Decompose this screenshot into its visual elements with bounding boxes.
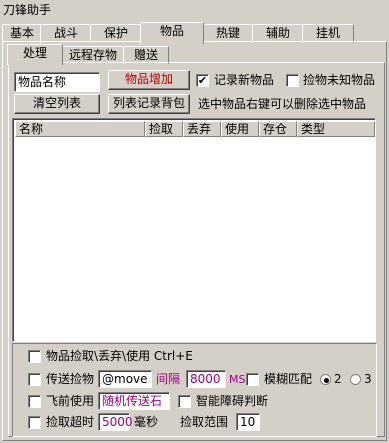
hint-text: 选中物品右键可以删除选中物品 [198, 97, 367, 111]
pickup-discard-use-label: 物品捡取\丢弃\使用 Ctrl+E [46, 349, 193, 363]
radio-2-label: 2 [334, 372, 342, 386]
column-header-use[interactable]: 使用 [221, 121, 259, 137]
record-new-checkbox[interactable]: ✔ [196, 74, 209, 87]
column-header-type[interactable]: 类型 [297, 121, 375, 137]
timeout-input[interactable]: 5000 [98, 413, 133, 431]
radio-3-label: 3 [364, 372, 372, 386]
window-title: 刀锋助手 [0, 0, 389, 20]
list-record-bag-button[interactable]: 列表记录背包 [108, 94, 190, 114]
fuzzy-match-label: 模糊匹配 [264, 372, 313, 386]
clear-list-button[interactable]: 清空列表 [14, 94, 100, 114]
record-new-label: 记录新物品 [214, 73, 275, 87]
move-command-input[interactable]: @move [98, 370, 152, 388]
fly-before-use-checkbox[interactable] [28, 395, 41, 408]
main-tabs: 基本 战斗 保护 物品 热键 辅助 挂机 [2, 22, 387, 44]
ms-label: MS [229, 373, 246, 386]
pickup-range-label: 捡取范围 [180, 415, 229, 429]
radio-selected-dot [324, 378, 329, 383]
teleport-pickup-checkbox[interactable] [28, 373, 41, 386]
smart-obstacle-label: 智能障碍判断 [196, 394, 269, 408]
tab-items[interactable]: 物品 [140, 22, 204, 44]
fly-before-use-label: 飞前使用 [46, 394, 95, 408]
pickup-unknown-label: 捡物未知物品 [303, 73, 376, 87]
radio-2[interactable] [320, 374, 331, 385]
pickup-unknown-checkbox[interactable] [286, 74, 299, 87]
smart-obstacle-checkbox[interactable] [178, 395, 191, 408]
fuzzy-match-checkbox[interactable] [246, 373, 259, 386]
pickup-discard-use-checkbox[interactable] [28, 350, 41, 363]
radio-3[interactable] [350, 374, 361, 385]
ms-unit-label: 毫秒 [134, 415, 159, 429]
item-name-input[interactable]: 物品名称 [14, 72, 100, 92]
interval-label: 间隔 [156, 372, 181, 386]
item-table[interactable]: 名称 捡取 丢弃 使用 存仓 类型 [12, 118, 376, 342]
pickup-timeout-label: 捡取超时 [46, 415, 95, 429]
range-input[interactable]: 10 [236, 413, 260, 431]
column-header-storage[interactable]: 存仓 [259, 121, 297, 137]
pickup-timeout-checkbox[interactable] [28, 416, 41, 429]
column-header-discard[interactable]: 丢弃 [183, 121, 221, 137]
random-stone-input[interactable]: 随机传送石 [98, 392, 170, 410]
subtab-process[interactable]: 处理 [7, 44, 63, 65]
interval-input[interactable]: 8000 [186, 370, 226, 388]
column-header-name[interactable]: 名称 [15, 121, 145, 137]
add-item-button[interactable]: 物品增加 [108, 70, 190, 90]
teleport-pickup-label: 传送捡物 [46, 372, 95, 386]
check-icon: ✔ [197, 74, 208, 87]
column-header-pickup[interactable]: 捡取 [145, 121, 183, 137]
